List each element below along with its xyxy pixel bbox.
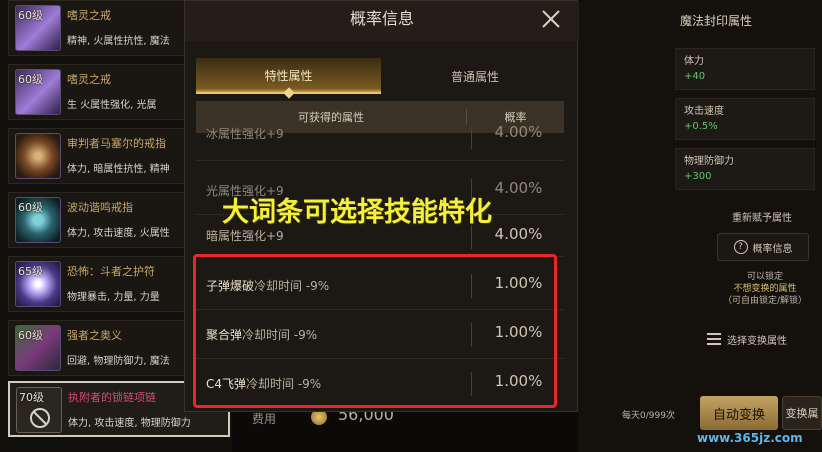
transform-button[interactable]: 变换属 — [782, 396, 822, 430]
probability-info-button[interactable]: ? 概率信息 — [717, 233, 809, 261]
watermark: www.365jz.com — [697, 431, 803, 445]
stat-value: +300 — [684, 171, 712, 182]
stat-value: +40 — [684, 71, 706, 82]
stat-label: 物理防御力 — [684, 156, 734, 167]
item-name: 强者之奥义 — [67, 329, 122, 342]
cost-label: 费用 — [252, 412, 277, 426]
overlay-caption: 大词条可选择技能特化 — [222, 197, 492, 228]
row-prob: 4.00% — [494, 123, 543, 141]
amulet-icon: 65级 — [15, 261, 61, 307]
ring-icon: 60级 — [15, 69, 61, 115]
lock-note: 可以锁定 不想变换的属性 （可自由锁定/解锁） — [712, 271, 818, 307]
select-transform-button[interactable]: 选择变换属性 — [703, 325, 819, 353]
stat-card[interactable]: 物理防御力 +300 — [675, 148, 815, 190]
item-name: 审判者马塞尔的戒指 — [67, 137, 166, 150]
lock-note-line: 可以锁定 — [746, 272, 783, 282]
row-attr: 暗属性强化+9 — [206, 229, 284, 243]
forbidden-icon: 70级 — [16, 387, 62, 433]
stat-card[interactable]: 体力 +40 — [675, 48, 815, 90]
item-level: 60级 — [18, 329, 43, 342]
table-row: 冰属性强化+9 4.00% — [196, 121, 564, 161]
panel-title: 魔法封印属性 — [680, 14, 753, 28]
close-icon[interactable] — [540, 8, 562, 30]
item-name: 恐怖：斗者之护符 — [67, 265, 155, 278]
item-level: 60级 — [18, 201, 43, 214]
modal-title: 概率信息 — [185, 1, 579, 41]
lock-note-line: （可自由锁定/解锁） — [722, 296, 808, 306]
row-attr: 冰属性强化+9 — [206, 127, 284, 141]
ring-icon — [15, 133, 61, 179]
item-name: 执附者的锁链项链 — [68, 391, 156, 404]
item-level: 65级 — [18, 265, 43, 278]
box-icon: 60级 — [15, 325, 61, 371]
item-level: 60级 — [18, 9, 43, 22]
lock-note-line: 不想变换的属性 — [733, 284, 797, 294]
select-transform-label: 选择变换属性 — [727, 335, 787, 347]
list-icon — [707, 333, 721, 345]
ring-icon: 60级 — [15, 197, 61, 243]
column-divider — [471, 125, 472, 149]
daily-count: 每天0/999次 — [622, 411, 675, 421]
stat-label: 体力 — [684, 56, 704, 67]
highlight-box — [193, 254, 557, 408]
stat-label: 攻击速度 — [684, 106, 724, 117]
item-level: 60级 — [18, 73, 43, 86]
probability-info-label: 概率信息 — [752, 243, 793, 255]
ring-icon: 60级 — [15, 5, 61, 51]
item-attrs: 体力, 攻击速度, 物理防御力 — [68, 418, 191, 429]
item-name: 嗜灵之戒 — [67, 9, 111, 22]
auto-transform-button[interactable]: 自动变换 — [700, 396, 778, 430]
tab-normal-attributes[interactable]: 普通属性 — [385, 58, 565, 94]
reroll-label: 重新赋予属性 — [732, 213, 792, 224]
stat-value: +0.5% — [684, 121, 718, 132]
question-icon: ? — [733, 240, 748, 254]
item-name: 波动谐鸣戒指 — [67, 201, 133, 214]
stat-card[interactable]: 攻击速度 +0.5% — [675, 98, 815, 140]
item-name: 嗜灵之戒 — [67, 73, 111, 86]
